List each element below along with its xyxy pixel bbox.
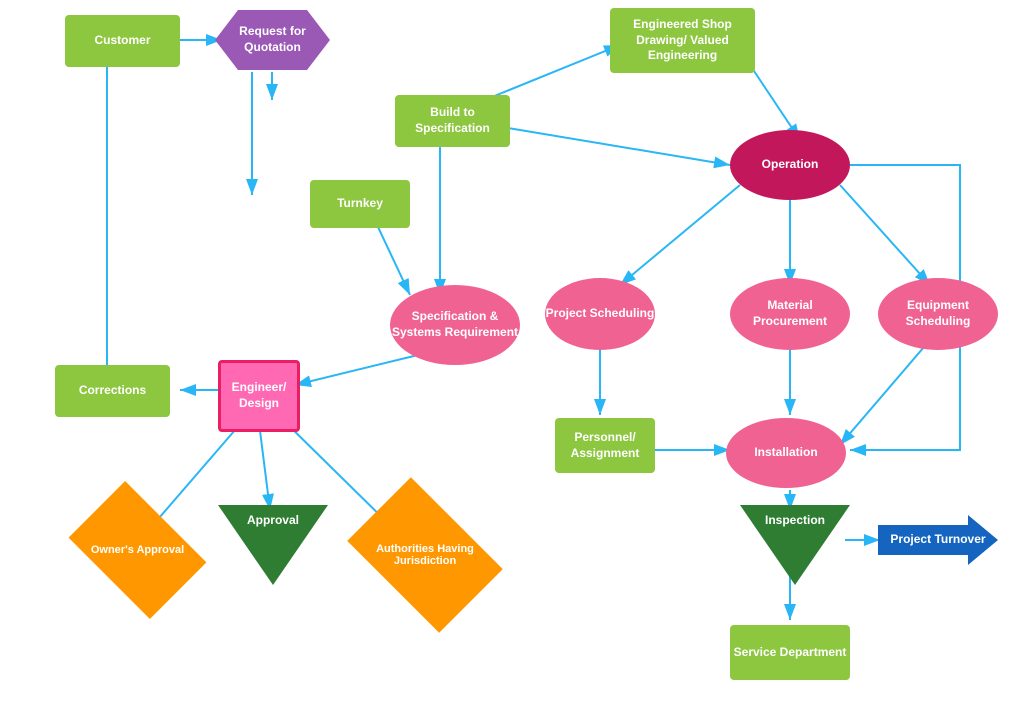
customer-label: Customer [94, 33, 150, 49]
equipment-scheduling-node: Equipment Scheduling [878, 278, 998, 350]
flowchart: Customer Request for Quotation Build to … [0, 0, 1012, 701]
spec-req-label: Specification & Systems Requirement [390, 309, 520, 340]
engineer-design-label: Engineer/ Design [221, 380, 297, 411]
rfq-node: Request for Quotation [215, 10, 330, 70]
project-scheduling-node: Project Scheduling [545, 278, 655, 350]
authorities-node: Authorities Having Jurisdiction [360, 510, 490, 600]
inspection-label: Inspection [765, 513, 825, 527]
rfq-label: Request for Quotation [215, 24, 330, 55]
service-dept-node: Service Department [730, 625, 850, 680]
owners-approval-node: Owner's Approval [80, 510, 195, 590]
project-turnover-label: Project Turnover [890, 532, 985, 548]
eng-shop-node: Engineered Shop Drawing/ Valued Engineer… [610, 8, 755, 73]
build-spec-node: Build to Specification [395, 95, 510, 147]
approval-label: Approval [247, 513, 299, 527]
authorities-label: Authorities Having Jurisdiction [360, 543, 490, 567]
spec-req-node: Specification & Systems Requirement [390, 285, 520, 365]
installation-label: Installation [754, 445, 817, 461]
operation-node: Operation [730, 130, 850, 200]
installation-node: Installation [726, 418, 846, 488]
material-procurement-label: Material Procurement [730, 298, 850, 329]
approval-node: Approval [218, 505, 328, 595]
equipment-scheduling-label: Equipment Scheduling [878, 298, 998, 329]
turnkey-label: Turnkey [337, 196, 383, 212]
corrections-label: Corrections [79, 383, 146, 399]
owners-approval-label: Owner's Approval [91, 544, 184, 556]
material-procurement-node: Material Procurement [730, 278, 850, 350]
inspection-node: Inspection [740, 505, 850, 595]
corrections-node: Corrections [55, 365, 170, 417]
project-scheduling-label: Project Scheduling [546, 306, 655, 322]
eng-shop-label: Engineered Shop Drawing/ Valued Engineer… [610, 17, 755, 64]
service-dept-label: Service Department [734, 645, 847, 661]
personnel-assignment-label: Personnel/ Assignment [555, 430, 655, 461]
customer-node: Customer [65, 15, 180, 67]
project-turnover-node: Project Turnover [878, 515, 998, 565]
turnkey-node: Turnkey [310, 180, 410, 228]
personnel-assignment-node: Personnel/ Assignment [555, 418, 655, 473]
engineer-design-node: Engineer/ Design [218, 360, 300, 432]
build-spec-label: Build to Specification [395, 105, 510, 136]
operation-label: Operation [762, 157, 819, 173]
